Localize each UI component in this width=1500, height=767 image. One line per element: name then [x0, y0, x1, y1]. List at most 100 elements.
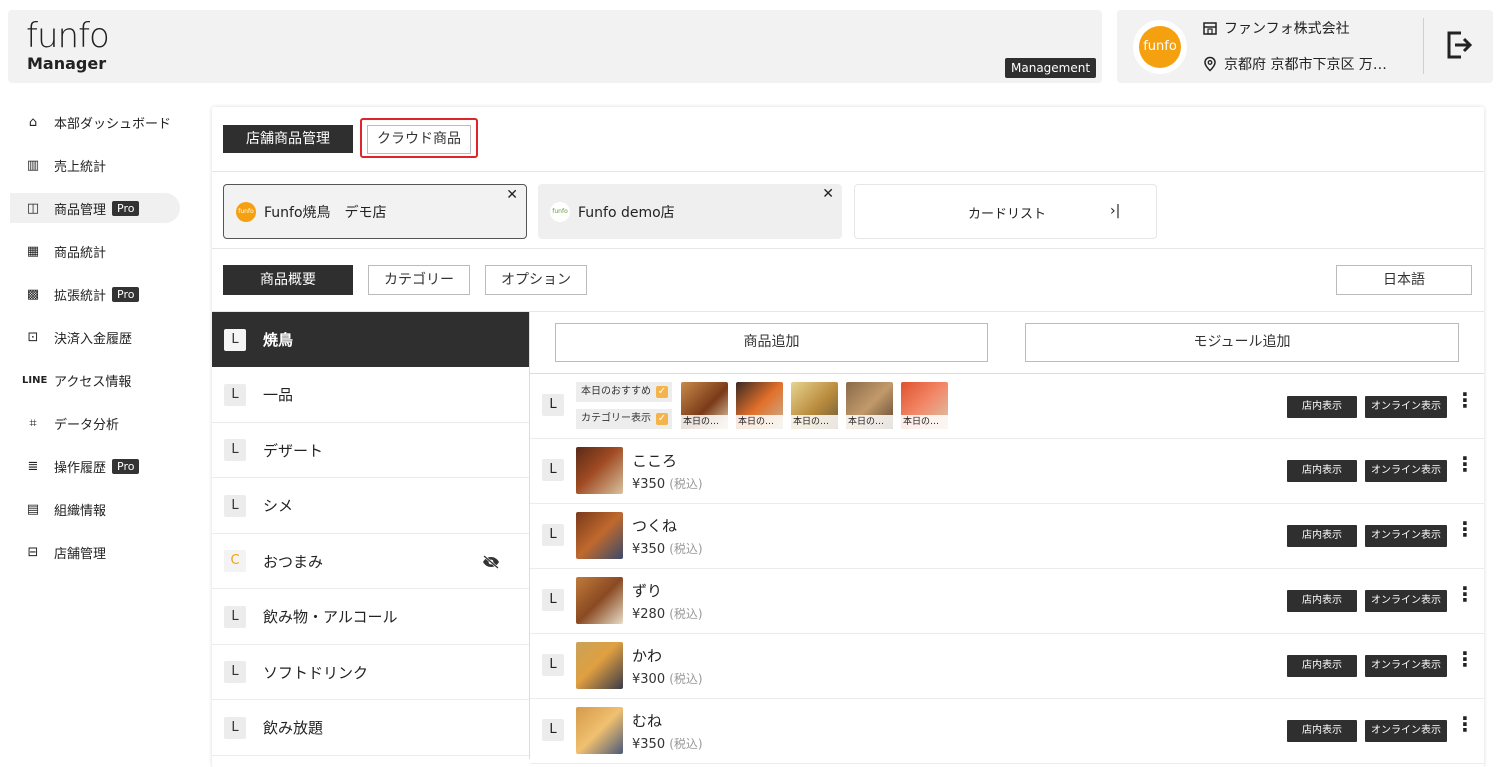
store-card-name: Funfo demo店	[578, 204, 675, 221]
eye-off-icon[interactable]	[482, 555, 500, 569]
module-row[interactable]: L 本日のおすすめ ✓ カテゴリー表示 ✓ 本日の… 本日の… 本日の… 本日の…	[530, 374, 1484, 439]
close-icon[interactable]: ✕	[822, 186, 834, 202]
card-list-button[interactable]: カードリスト ›|	[854, 184, 1157, 239]
category-item[interactable]: L デザート	[212, 423, 529, 478]
sidebar-item-access-info[interactable]: LINE アクセス情報	[10, 365, 180, 395]
sidebar-item-extended-stats[interactable]: ▩ 拡張統計 Pro	[10, 279, 180, 309]
sidebar-item-product-management[interactable]: ◫ 商品管理 Pro	[10, 193, 180, 223]
tab-store-products[interactable]: 店舗商品管理	[223, 125, 353, 153]
category-item[interactable]: L 飲み物・アルコール	[212, 590, 529, 645]
sidebar-item-operation-history[interactable]: ≣ 操作履歴 Pro	[10, 451, 180, 481]
product-type-badge: L	[542, 589, 564, 611]
product-row[interactable]: L こころ ¥350 (税込) 店内表示 オンライン表示 ⋮	[530, 439, 1484, 504]
category-type-badge: L	[224, 661, 246, 683]
more-options-icon[interactable]: ⋮	[1455, 584, 1475, 604]
module-thumbnail[interactable]: 本日の…	[901, 382, 948, 429]
category-item[interactable]: L 焼鳥	[212, 312, 529, 367]
sidebar-item-organization-info[interactable]: ▤ 組織情報	[10, 494, 180, 524]
online-display-tag[interactable]: オンライン表示	[1365, 720, 1447, 742]
close-icon[interactable]: ✕	[506, 187, 518, 203]
sidebar-item-dashboard[interactable]: ⌂ 本部ダッシュボード	[10, 107, 180, 137]
category-item[interactable]: L ソフトドリンク	[212, 645, 529, 700]
module-thumbnail[interactable]: 本日の…	[681, 382, 728, 429]
add-product-button[interactable]: 商品追加	[555, 323, 988, 362]
category-type-badge: L	[224, 605, 246, 628]
module-thumbnail[interactable]: 本日の…	[846, 382, 893, 429]
tab-option[interactable]: オプション	[485, 265, 587, 295]
online-display-tag[interactable]: オンライン表示	[1365, 655, 1447, 677]
online-display-tag[interactable]: オンライン表示	[1365, 396, 1447, 418]
more-options-icon[interactable]: ⋮	[1455, 390, 1475, 410]
language-select[interactable]: 日本語	[1336, 265, 1472, 295]
category-type-badge: L	[224, 439, 246, 461]
store-card-name: Funfo焼鳥 デモ店	[264, 204, 387, 221]
check-icon[interactable]: ✓	[656, 386, 668, 398]
product-thumbnail[interactable]	[576, 577, 623, 624]
more-options-icon[interactable]: ⋮	[1455, 519, 1475, 539]
product-thumbnail[interactable]	[576, 707, 623, 754]
more-options-icon[interactable]: ⋮	[1455, 714, 1475, 734]
in-store-display-tag[interactable]: 店内表示	[1287, 590, 1357, 612]
list-icon: ≣	[27, 458, 39, 474]
category-type-badge: L	[224, 716, 246, 739]
recommend-checkbox-label: 本日のおすすめ	[581, 386, 651, 397]
sidebar-item-store-management[interactable]: ⊟ 店舗管理	[10, 537, 180, 567]
logo-subtitle: Manager	[27, 54, 107, 73]
company-name-text: ファンフォ株式会社	[1224, 21, 1350, 37]
module-thumbnail[interactable]: 本日の…	[736, 382, 783, 429]
more-options-icon[interactable]: ⋮	[1455, 649, 1475, 669]
sidebar-item-label: 本部ダッシュボード	[54, 116, 172, 132]
sidebar-item-data-analysis[interactable]: ⌗ データ分析	[10, 408, 180, 438]
product-row[interactable]: L かわ ¥300 (税込) 店内表示 オンライン表示 ⋮	[530, 634, 1484, 699]
logout-icon[interactable]	[1445, 30, 1473, 60]
pro-badge: Pro	[112, 200, 140, 216]
collapse-right-icon: ›|	[1110, 203, 1121, 219]
sidebar-item-label: 売上統計	[54, 159, 107, 175]
check-icon[interactable]: ✓	[656, 413, 668, 425]
sidebar-item-payment-history[interactable]: ⊡ 決済入金履歴	[10, 322, 180, 352]
recommend-checkbox-row[interactable]: 本日のおすすめ ✓	[576, 382, 672, 402]
product-row[interactable]: L つくね ¥350 (税込) 店内表示 オンライン表示 ⋮	[530, 504, 1484, 569]
product-row[interactable]: L むね ¥350 (税込) 店内表示 オンライン表示 ⋮	[530, 699, 1484, 764]
in-store-display-tag[interactable]: 店内表示	[1287, 655, 1357, 677]
in-store-display-tag[interactable]: 店内表示	[1287, 396, 1357, 418]
online-display-tag[interactable]: オンライン表示	[1365, 525, 1447, 547]
category-item[interactable]: L 飲み放題	[212, 701, 529, 756]
product-price: ¥350	[632, 477, 666, 492]
sidebar-item-product-stats[interactable]: ▦ 商品統計	[10, 236, 180, 266]
management-badge: Management	[1005, 58, 1097, 78]
product-name: こころ	[632, 452, 678, 470]
sidebar-item-sales-stats[interactable]: ▥ 売上統計	[10, 150, 180, 180]
category-name: 飲み物・アルコール	[263, 608, 398, 626]
in-store-display-tag[interactable]: 店内表示	[1287, 525, 1357, 547]
more-options-icon[interactable]: ⋮	[1455, 454, 1475, 474]
module-type-badge: L	[542, 394, 564, 416]
category-item[interactable]: C おつまみ	[212, 534, 529, 589]
line-logo-icon: LINE	[22, 374, 48, 386]
product-price-line: ¥350 (税込)	[632, 540, 703, 557]
tab-product-overview[interactable]: 商品概要	[223, 265, 353, 295]
online-display-tag[interactable]: オンライン表示	[1365, 460, 1447, 482]
product-thumbnail[interactable]	[576, 642, 623, 689]
online-display-tag[interactable]: オンライン表示	[1365, 590, 1447, 612]
add-module-button[interactable]: モジュール追加	[1025, 323, 1459, 362]
in-store-display-tag[interactable]: 店内表示	[1287, 460, 1357, 482]
category-item[interactable]: L 一品	[212, 368, 529, 423]
tab-category[interactable]: カテゴリー	[368, 265, 470, 295]
avatar-logo: funfo	[1139, 26, 1181, 68]
product-price-line: ¥350 (税込)	[632, 475, 703, 492]
divider	[212, 248, 1484, 249]
store-card-funfo-yakitori[interactable]: funfo Funfo焼鳥 デモ店 ✕	[223, 184, 527, 239]
module-thumbnail-caption: 本日の…	[736, 415, 783, 429]
module-thumbnail[interactable]: 本日の…	[791, 382, 838, 429]
store-logo-icon: funfo	[550, 201, 570, 222]
store-card-funfo-demo[interactable]: funfo Funfo demo店 ✕	[538, 184, 842, 239]
category-type-badge: L	[224, 383, 246, 406]
highlight-box	[360, 118, 478, 158]
category-display-checkbox-row[interactable]: カテゴリー表示 ✓	[576, 409, 672, 429]
category-item[interactable]: L シメ	[212, 479, 529, 534]
in-store-display-tag[interactable]: 店内表示	[1287, 720, 1357, 742]
product-thumbnail[interactable]	[576, 447, 623, 494]
product-thumbnail[interactable]	[576, 512, 623, 559]
product-row[interactable]: L ずり ¥280 (税込) 店内表示 オンライン表示 ⋮	[530, 569, 1484, 634]
